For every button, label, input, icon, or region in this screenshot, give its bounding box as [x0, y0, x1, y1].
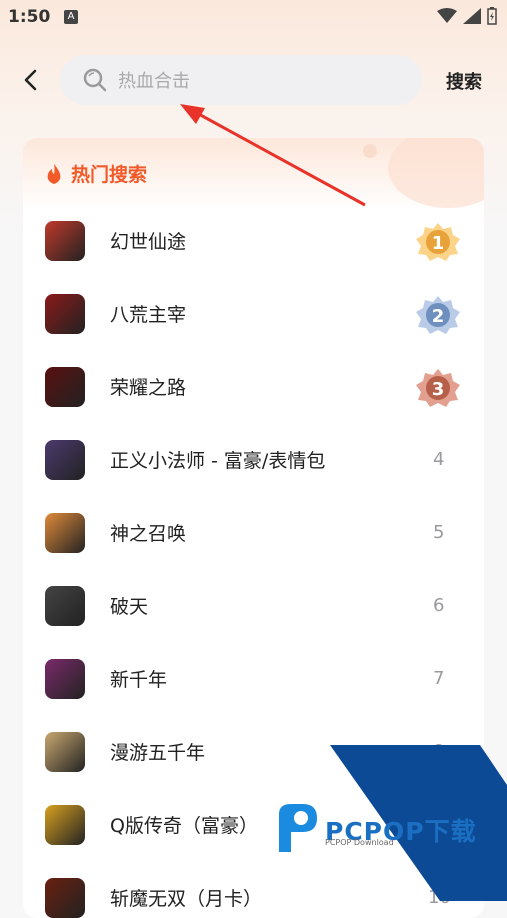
gold-medal-icon: 1	[415, 221, 461, 261]
watermark-logo-icon	[279, 804, 317, 852]
rank-number: 6	[433, 595, 445, 616]
game-icon	[45, 439, 85, 480]
game-name: 漫游五千年	[110, 742, 206, 764]
game-icon	[45, 293, 85, 334]
decorative-dot	[363, 144, 377, 158]
rank-number: 5	[433, 522, 445, 543]
chevron-left-icon	[24, 69, 37, 91]
hot-search-row[interactable]: 八荒主宰 2	[23, 277, 484, 350]
game-name: 新千年	[110, 669, 168, 691]
rank-number: 2	[432, 306, 445, 327]
hot-search-row[interactable]: 幻世仙途 1	[23, 204, 484, 277]
hot-search-row[interactable]: 神之召唤 5	[23, 496, 484, 569]
search-icon	[83, 68, 107, 92]
rank-number: 4	[433, 449, 445, 470]
rank-number: 3	[432, 379, 445, 400]
status-bar: 1:50 A	[0, 0, 507, 34]
game-icon	[45, 658, 85, 699]
back-button[interactable]	[18, 66, 42, 94]
battery-icon	[487, 7, 497, 25]
search-input[interactable]: 热血合击	[60, 55, 422, 105]
game-icon	[45, 220, 85, 261]
status-time: 1:50	[8, 7, 51, 27]
game-name: 破天	[110, 596, 149, 618]
hot-search-row[interactable]: 正义小法师 - 富豪/表情包 4	[23, 423, 484, 496]
hot-search-row[interactable]: 荣耀之路 3	[23, 350, 484, 423]
game-name: 八荒主宰	[110, 304, 187, 326]
game-name: 幻世仙途	[110, 231, 187, 253]
hot-search-heading: 热门搜索	[45, 160, 147, 187]
search-header: 热血合击 搜索	[0, 50, 507, 110]
game-name: Q版传奇（富豪）	[110, 815, 258, 837]
notification-icon: A	[64, 10, 78, 24]
wifi-icon	[437, 8, 457, 23]
game-name: 斩魔无双（月卡）	[110, 888, 263, 910]
silver-medal-icon: 2	[415, 294, 461, 334]
watermark-subtitle: PCPOP Download	[325, 838, 394, 847]
hot-search-row[interactable]: 新千年 7	[23, 642, 484, 715]
game-name: 荣耀之路	[110, 377, 187, 399]
game-icon	[45, 731, 85, 772]
bronze-medal-icon: 3	[415, 367, 461, 407]
rank-number: 1	[432, 233, 445, 254]
decorative-circle	[388, 138, 484, 208]
game-name: 正义小法师 - 富豪/表情包	[110, 450, 326, 472]
hot-search-row[interactable]: 破天 6	[23, 569, 484, 642]
search-placeholder: 热血合击	[118, 71, 190, 92]
game-icon	[45, 366, 85, 407]
game-name: 神之召唤	[110, 523, 187, 545]
rank-number: 7	[433, 668, 445, 689]
search-button[interactable]: 搜索	[446, 68, 482, 94]
game-icon	[45, 585, 85, 626]
game-icon	[45, 877, 85, 918]
game-icon	[45, 804, 85, 845]
hot-search-title: 热门搜索	[71, 164, 148, 186]
game-icon	[45, 512, 85, 553]
signal-icon	[463, 8, 481, 24]
flame-icon	[47, 163, 61, 184]
